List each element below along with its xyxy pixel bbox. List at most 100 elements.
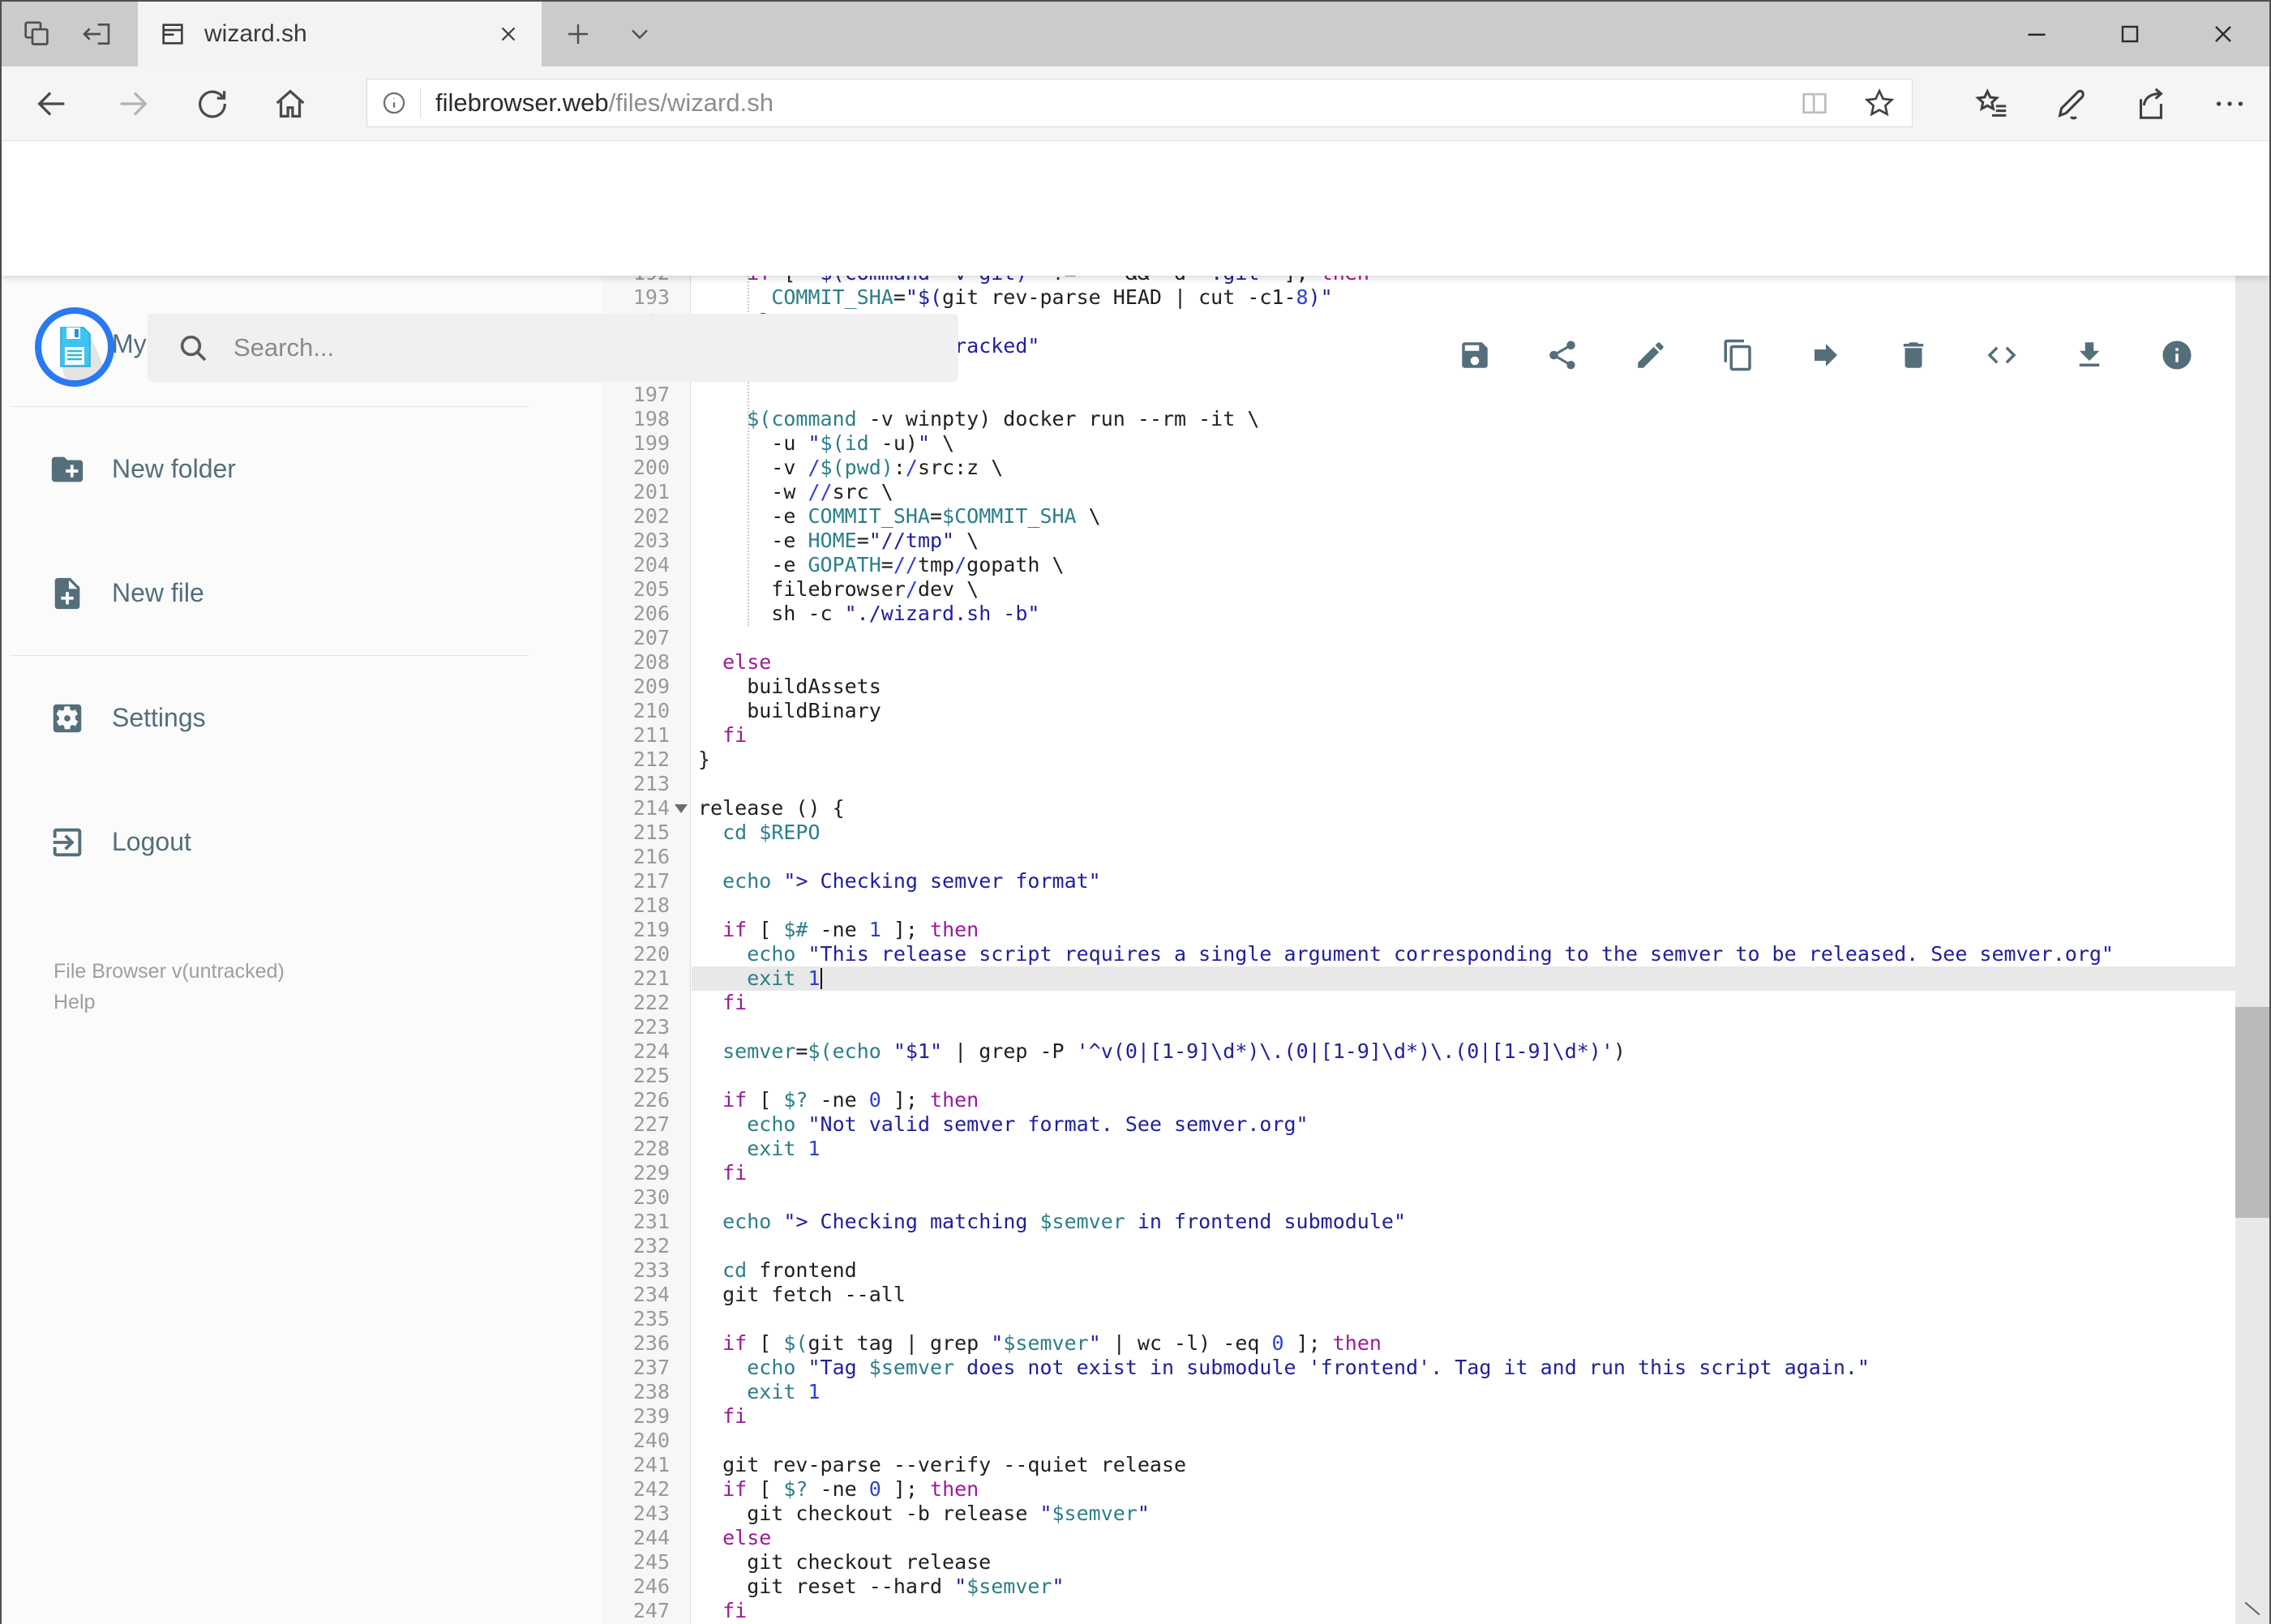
back-button[interactable] [29,81,75,126]
code-line-209[interactable]: buildAssets [692,675,2237,699]
code-line-226[interactable]: if [ $? -ne 0 ]; then [692,1088,2237,1112]
code-line-228[interactable]: exit 1 [692,1137,2237,1161]
code-line-204[interactable]: -e GOPATH=//tmp/gopath \ [692,553,2237,577]
code-line-199[interactable]: -u "$(id -u)" \ [692,431,2237,456]
sidebar-item-logout[interactable]: Logout [2,780,602,904]
hub-favorites-button[interactable] [1968,81,2016,126]
code-line-225[interactable] [692,1064,2237,1088]
code-line-230[interactable] [692,1185,2237,1210]
code-line-237[interactable]: echo "Tag $semver does not exist in subm… [692,1356,2237,1380]
search-input[interactable] [232,332,958,363]
code-line-213[interactable] [692,772,2237,796]
search-box[interactable] [148,314,958,382]
tab-preview-button[interactable] [8,2,65,66]
sidebar-item-new-file[interactable]: New file [2,531,602,655]
page-scrollbar[interactable] [2235,141,2269,1624]
code-line-215[interactable]: cd $REPO [692,821,2237,845]
tab-close-button[interactable] [496,22,521,46]
code-token: " [991,1331,1004,1355]
tab-list-button[interactable] [611,2,668,66]
code-line-240[interactable] [692,1429,2237,1453]
code-line-203[interactable]: -e HOME="//tmp" \ [692,529,2237,553]
code-line-232[interactable] [692,1234,2237,1258]
code-line-192[interactable]: if [ "$(command -v git)" != "" && -d ".g… [692,276,2237,285]
home-button[interactable] [268,81,313,126]
code-line-245[interactable]: git checkout release [692,1550,2237,1575]
code-line-207[interactable] [692,626,2237,650]
address-bar[interactable]: filebrowser.web/files/wizard.sh [366,79,1913,127]
help-link[interactable]: Help [54,987,602,1018]
filebrowser-logo[interactable] [34,306,115,388]
share-button[interactable] [1538,331,1587,379]
code-line-202[interactable]: -e COMMIT_SHA=$COMMIT_SHA \ [692,504,2237,529]
code-line-238[interactable]: exit 1 [692,1380,2237,1404]
download-button[interactable] [2065,331,2114,379]
code-line-247[interactable]: fi [692,1599,2237,1623]
code-line-219[interactable]: if [ $# -ne 1 ]; then [692,918,2237,942]
code-line-236[interactable]: if [ $(git tag | grep "$semver" | wc -l)… [692,1331,2237,1356]
code-line-220[interactable]: echo "This release script requires a sin… [692,942,2237,966]
more-options-button[interactable] [2205,81,2254,126]
edit-button[interactable] [1626,331,1675,379]
annotate-pen-button[interactable] [2046,81,2095,126]
editor-code-area[interactable]: if [ "$(command -v git)" != "" && -d ".g… [692,276,2237,1624]
code-line-214[interactable]: release () { [692,796,2237,821]
code-line-227[interactable]: echo "Not valid semver format. See semve… [692,1112,2237,1137]
code-line-235[interactable] [692,1307,2237,1331]
code-line-244[interactable]: else [692,1526,2237,1550]
new-tab-button[interactable] [550,2,606,66]
move-button[interactable] [1802,331,1850,379]
code-line-233[interactable]: cd frontend [692,1258,2237,1283]
scrollbar-thumb[interactable] [2235,1007,2269,1218]
code-line-239[interactable]: fi [692,1404,2237,1429]
maximize-button[interactable] [2083,2,2176,66]
code-token: = [893,285,906,309]
reading-view-button[interactable] [1782,80,1847,126]
code-line-205[interactable]: filebrowser/dev \ [692,577,2237,602]
code-line-193[interactable]: COMMIT_SHA="$(git rev-parse HEAD | cut -… [692,285,2237,310]
code-line-206[interactable]: sh -c "./wizard.sh -b" [692,602,2237,626]
code-button[interactable] [1977,331,2026,379]
code-line-234[interactable]: git fetch --all [692,1283,2237,1307]
code-line-229[interactable]: fi [692,1161,2237,1185]
forward-button[interactable] [110,81,156,126]
scroll-down-button[interactable] [2235,1593,2269,1624]
code-line-216[interactable] [692,845,2237,869]
minimize-button[interactable] [1990,2,2083,66]
code-line-241[interactable]: git rev-parse --verify --quiet release [692,1453,2237,1477]
code-line-218[interactable] [692,893,2237,918]
code-line-212[interactable]: } [692,748,2237,772]
share-page-button[interactable] [2126,81,2175,126]
site-info-icon[interactable] [367,88,421,118]
info-button[interactable] [2153,331,2201,379]
code-line-224[interactable]: semver=$(echo "$1" | grep -P '^v(0|[1-9]… [692,1039,2237,1064]
close-window-button[interactable] [2176,2,2269,66]
code-line-210[interactable]: buildBinary [692,699,2237,723]
code-line-246[interactable]: git reset --hard "$semver" [692,1575,2237,1599]
code-line-197[interactable] [692,383,2237,407]
code-line-231[interactable]: echo "> Checking matching $semver in fro… [692,1210,2237,1234]
delete-button[interactable] [1889,331,1938,379]
copy-button[interactable] [1714,331,1763,379]
set-tabs-aside-button[interactable] [68,2,125,66]
add-favorite-star-button[interactable] [1847,80,1912,126]
sidebar-item-settings[interactable]: Settings [2,656,602,780]
code-line-211[interactable]: fi [692,723,2237,748]
code-line-200[interactable]: -v /$(pwd):/src:z \ [692,456,2237,480]
code-token: -e [698,553,808,576]
code-editor[interactable]: 1921931941951961971981992002012022032042… [602,276,2237,1624]
code-line-221[interactable]: exit 1 [692,966,2237,991]
code-line-208[interactable]: else [692,650,2237,675]
save-button[interactable] [1450,331,1499,379]
code-line-223[interactable] [692,1015,2237,1039]
refresh-button[interactable] [190,81,235,126]
fold-marker[interactable] [675,804,688,813]
code-line-217[interactable]: echo "> Checking semver format" [692,869,2237,893]
sidebar-item-new-folder[interactable]: New folder [2,407,602,531]
code-line-222[interactable]: fi [692,991,2237,1015]
code-line-243[interactable]: git checkout -b release "$semver" [692,1502,2237,1526]
browser-tab[interactable]: wizard.sh [138,2,542,66]
code-line-242[interactable]: if [ $? -ne 0 ]; then [692,1477,2237,1502]
code-line-198[interactable]: $(command -v winpty) docker run --rm -it… [692,407,2237,431]
code-line-201[interactable]: -w //src \ [692,480,2237,504]
